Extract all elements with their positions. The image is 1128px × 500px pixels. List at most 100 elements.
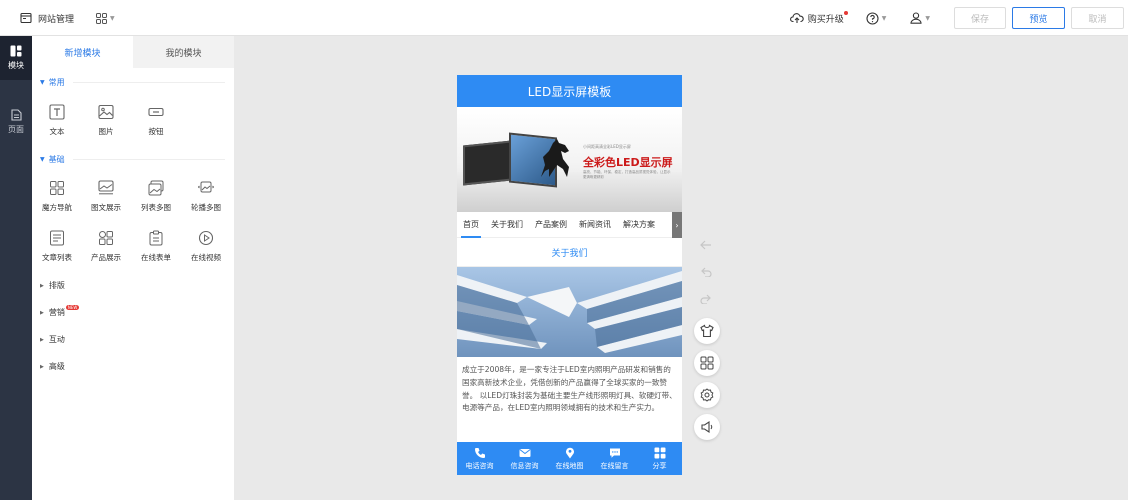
category-label: 高级 — [48, 362, 65, 371]
preview-button[interactable]: 预览 — [1012, 7, 1065, 29]
footer-map[interactable]: 在线地图 — [547, 442, 592, 475]
user-menu[interactable]: ▼ — [910, 12, 930, 24]
building-graphic — [457, 267, 682, 357]
about-section-title[interactable]: 关于我们 — [457, 238, 682, 267]
upgrade-button[interactable]: 购买升级 — [789, 10, 848, 25]
rail-item-label: 页面 — [8, 125, 24, 134]
module-icon — [10, 45, 22, 57]
back-arrow-icon[interactable] — [700, 240, 712, 250]
module-product-display[interactable]: 产品展示 — [81, 230, 131, 270]
rail-item-modules[interactable]: 模块 — [0, 36, 32, 80]
cube-nav-icon — [50, 181, 64, 195]
cancel-button[interactable]: 取消 — [1071, 7, 1124, 29]
category-label: 营销 — [48, 308, 65, 317]
chevron-right-icon[interactable]: › — [672, 212, 682, 238]
module-panel: 新增模块 我的模块 ▼ 常用 文本 图片 按钮 ▼ 基础 魔方导航 图文展示 列… — [32, 36, 234, 500]
module-carousel[interactable]: 轮播多图 — [181, 180, 231, 220]
image-text-icon — [98, 180, 114, 195]
speaker-icon — [701, 420, 713, 434]
section-common-header[interactable]: ▼ 常用 — [40, 77, 225, 88]
category-advanced[interactable]: ▶ 高级 — [40, 361, 65, 372]
banner-image[interactable]: 小间距高清全彩LED显示屏 全彩色LED显示屏 高亮、节能、环保、稳定，打造高品… — [457, 107, 682, 212]
phone-nav: 首页 关于我们 产品案例 新闻资讯 解决方案 › — [457, 212, 682, 238]
nav-item-about[interactable]: 关于我们 — [485, 212, 529, 238]
settings-button[interactable] — [694, 382, 720, 408]
site-manage-title[interactable]: 网站管理 — [38, 12, 74, 25]
led-screen-graphic — [463, 140, 511, 186]
module-label: 文章列表 — [42, 253, 72, 262]
caret-down-icon: ▼ — [40, 79, 45, 86]
about-text: 成立于2008年，是一家专注于LED室内照明产品研发和销售的国家高新技术企业，凭… — [462, 365, 677, 413]
caret-right-icon: ▶ — [40, 309, 44, 316]
category-marketing[interactable]: ▶ 营销 NEW — [40, 305, 80, 318]
message-icon — [609, 448, 620, 458]
footer-guestbook[interactable]: 在线留言 — [592, 442, 637, 475]
nav-item-home[interactable]: 首页 — [457, 212, 485, 238]
footer-message[interactable]: 信息咨询 — [502, 442, 547, 475]
rail-item-pages[interactable]: 页面 — [0, 100, 32, 144]
caret-right-icon: ▶ — [40, 363, 44, 370]
chevron-down-icon: ▼ — [925, 14, 930, 22]
caret-right-icon: ▶ — [40, 282, 44, 289]
help-menu[interactable]: ▼ — [866, 11, 887, 25]
module-label: 在线表单 — [141, 253, 171, 262]
top-bar-left: 网站管理 ▼ — [20, 0, 115, 36]
category-interaction[interactable]: ▶ 互动 — [40, 334, 65, 345]
caret-right-icon: ▶ — [40, 336, 44, 343]
section-title: 常用 — [48, 78, 65, 87]
phone-header[interactable]: LED显示屏模板 — [457, 75, 682, 107]
phone-preview[interactable]: LED显示屏模板 小间距高清全彩LED显示屏 全彩色LED显示屏 高亮、节能、环… — [457, 75, 682, 475]
section-basic-header[interactable]: ▼ 基础 — [40, 154, 225, 165]
tab-add-modules[interactable]: 新增模块 — [32, 36, 133, 68]
product-display-icon — [99, 231, 113, 245]
panel-tabs: 新增模块 我的模块 — [32, 36, 234, 68]
top-bar: 网站管理 ▼ 购买升级 ▼ ▼ 保存 预览 取消 — [0, 0, 1128, 36]
module-cube-nav[interactable]: 魔方导航 — [32, 180, 82, 220]
footer-label: 在线留言 — [600, 461, 629, 470]
module-list-images[interactable]: 列表多图 — [131, 180, 181, 220]
image-icon — [98, 104, 114, 120]
site-manage-icon[interactable] — [20, 12, 32, 24]
module-label: 列表多图 — [141, 203, 171, 212]
module-label: 在线视频 — [191, 253, 221, 262]
caret-down-icon: ▼ — [40, 156, 45, 163]
tab-my-modules[interactable]: 我的模块 — [133, 36, 234, 68]
module-label: 按钮 — [148, 127, 164, 136]
phone-footer-bar: 电话咨询 信息咨询 在线地图 在线留言 分享 — [457, 442, 682, 475]
play-circle-icon — [198, 230, 214, 246]
apps-menu[interactable]: ▼ — [96, 12, 115, 24]
banner-small-text: 小间距高清全彩LED显示屏 — [583, 144, 631, 149]
announcement-button[interactable] — [694, 414, 720, 440]
footer-share[interactable]: 分享 — [637, 442, 682, 475]
horse-graphic — [541, 139, 569, 177]
carousel-icon — [198, 181, 214, 193]
nav-item-cases[interactable]: 产品案例 — [529, 212, 573, 238]
nav-item-solutions[interactable]: 解决方案 — [617, 212, 661, 238]
footer-label: 电话咨询 — [465, 461, 494, 470]
undo-icon[interactable] — [700, 267, 712, 277]
redo-icon[interactable] — [700, 294, 712, 304]
module-image-text[interactable]: 图文展示 — [81, 180, 131, 220]
grid-icon — [700, 356, 714, 370]
category-layout[interactable]: ▶ 排版 — [40, 280, 65, 291]
theme-style-button[interactable] — [694, 318, 720, 344]
footer-phone[interactable]: 电话咨询 — [457, 442, 502, 475]
footer-label: 信息咨询 — [510, 461, 539, 470]
footer-label: 分享 — [652, 461, 667, 470]
share-icon — [654, 447, 665, 458]
module-online-video[interactable]: 在线视频 — [181, 230, 231, 270]
module-label: 文本 — [49, 127, 65, 136]
about-image[interactable] — [457, 267, 682, 357]
banner-title: 全彩色LED显示屏 — [583, 156, 673, 169]
module-article-list[interactable]: 文章列表 — [32, 230, 82, 270]
module-image[interactable]: 图片 — [81, 104, 131, 144]
nav-item-news[interactable]: 新闻资讯 — [573, 212, 617, 238]
layout-modules-button[interactable] — [694, 350, 720, 376]
chevron-down-icon: ▼ — [881, 14, 887, 22]
save-button[interactable]: 保存 — [954, 7, 1006, 29]
module-text[interactable]: 文本 — [32, 104, 82, 144]
module-button[interactable]: 按钮 — [131, 104, 181, 144]
module-online-form[interactable]: 在线表单 — [131, 230, 181, 270]
module-label: 图文展示 — [91, 203, 121, 212]
banner-desc: 高亮、节能、环保、稳定，打造高品质视觉体验，让显示更清晰更精彩 — [583, 170, 671, 179]
